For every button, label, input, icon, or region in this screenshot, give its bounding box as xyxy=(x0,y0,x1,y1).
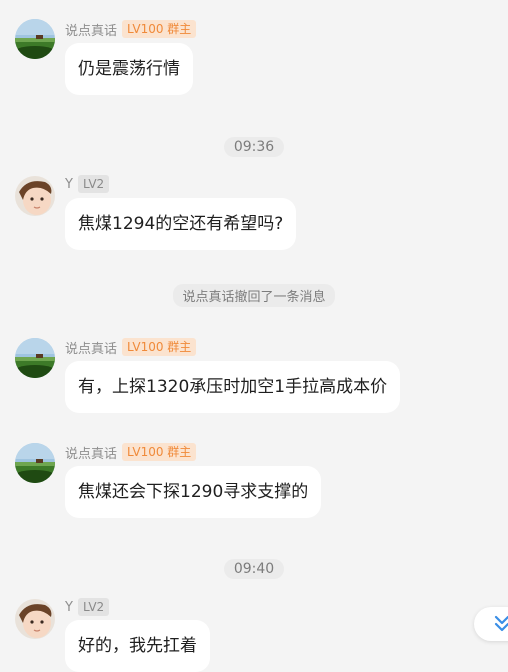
timestamp-label: 09:36 xyxy=(223,137,285,157)
baby-avatar-icon[interactable] xyxy=(15,599,55,639)
sender-name[interactable]: Y xyxy=(65,177,73,192)
landscape-avatar-icon[interactable] xyxy=(15,19,55,59)
sender-name[interactable]: Y xyxy=(65,600,73,615)
level-badge: LV100 群主 xyxy=(122,20,197,38)
level-badge: LV100 群主 xyxy=(122,443,197,461)
message-bubble[interactable]: 焦煤1294的空还有希望吗? xyxy=(65,198,297,250)
level-badge: LV2 xyxy=(77,598,110,616)
recall-notice-row: 说点真话撤回了一条消息 xyxy=(0,284,508,307)
message-bubble[interactable]: 仍是震荡行情 xyxy=(65,43,193,95)
sender-name[interactable]: 说点真话 xyxy=(65,443,117,462)
message-bubble[interactable]: 焦煤还会下探1290寻求支撑的 xyxy=(65,466,322,518)
timestamp-row: 09:36 xyxy=(0,136,508,157)
timestamp-label: 09:40 xyxy=(223,559,285,579)
level-badge: LV100 群主 xyxy=(122,338,197,356)
message-bubble[interactable]: 好的，我先扛着 xyxy=(65,620,210,672)
level-badge: LV2 xyxy=(77,175,110,193)
baby-avatar-icon[interactable] xyxy=(15,176,55,216)
recall-notice: 说点真话撤回了一条消息 xyxy=(173,284,335,307)
chat-area: 说点真话 LV100 群主 仍是震荡行情 09:36 Y LV2 焦煤1294的… xyxy=(0,0,508,672)
timestamp-row: 09:40 xyxy=(0,558,508,579)
landscape-avatar-icon[interactable] xyxy=(15,443,55,483)
landscape-avatar-icon[interactable] xyxy=(15,338,55,378)
sender-name[interactable]: 说点真话 xyxy=(65,338,117,357)
sender-name[interactable]: 说点真话 xyxy=(65,20,117,39)
scroll-to-bottom-button[interactable] xyxy=(474,607,508,641)
message-bubble[interactable]: 有，上探1320承压时加空1手拉高成本价 xyxy=(65,361,401,413)
chevron-double-down-icon xyxy=(494,613,508,635)
